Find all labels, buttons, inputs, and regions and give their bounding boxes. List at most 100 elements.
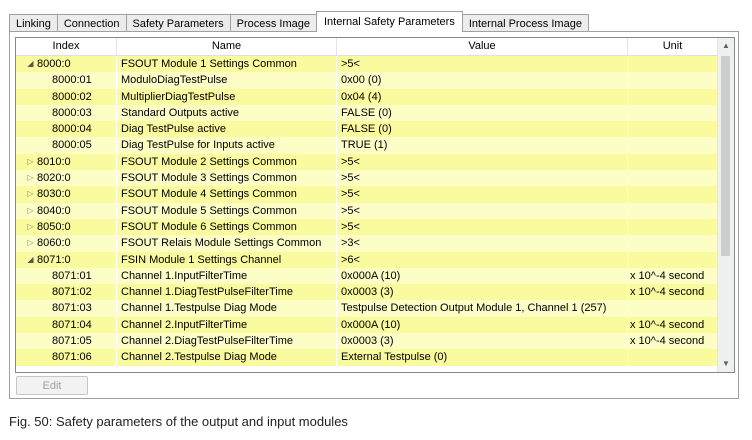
cell-value: >5< — [337, 153, 628, 171]
column-header-name[interactable]: Name — [117, 38, 337, 55]
table-row[interactable]: ▷ 8010:0 FSOUT Module 2 Settings Common >5< — [16, 153, 718, 171]
cell-unit — [628, 349, 718, 366]
cell-name: Channel 1.InputFilterTime — [117, 267, 337, 285]
cell-index: ▷ 8030:0 — [16, 186, 117, 203]
cell-value: >6< — [337, 251, 628, 268]
triangle-down-icon[interactable]: ◢ — [26, 252, 35, 268]
cell-value: External Testpulse (0) — [337, 349, 628, 366]
cell-value: >5< — [337, 56, 628, 73]
table-row[interactable]: 8071:01 Channel 1.InputFilterTime 0x000A (… — [16, 267, 718, 285]
edit-button[interactable]: Edit — [16, 376, 88, 395]
index-text: 8040:0 — [37, 204, 71, 217]
cell-value: >5< — [337, 170, 628, 187]
triangle-right-icon[interactable]: ▷ — [26, 219, 35, 235]
cell-name: Channel 2.DiagTestPulseFilterTime — [117, 333, 337, 350]
triangle-right-icon[interactable]: ▷ — [26, 186, 35, 202]
column-header-unit[interactable]: Unit — [628, 38, 718, 55]
tab-internal-process-image[interactable]: Internal Process Image — [461, 14, 589, 32]
cell-index: ▷ 8040:0 — [16, 202, 117, 219]
chevron-up-icon[interactable]: ▲ — [718, 38, 734, 54]
cell-unit — [628, 104, 718, 122]
cell-name: MultiplierDiagTestPulse — [117, 88, 337, 105]
table-row[interactable]: 8000:02 MultiplierDiagTestPulse 0x04 (4) — [16, 88, 718, 105]
cell-value: FALSE (0) — [337, 104, 628, 122]
index-text: 8030:0 — [37, 188, 71, 201]
cell-name: Channel 1.DiagTestPulseFilterTime — [117, 284, 337, 301]
cell-name: FSIN Module 1 Settings Channel — [117, 251, 337, 268]
cell-unit — [628, 251, 718, 268]
table-row[interactable]: 8000:03 Standard Outputs active FALSE (0) — [16, 104, 718, 122]
table-row[interactable]: 8071:06 Channel 2.Testpulse Diag Mode Exte… — [16, 349, 718, 366]
cell-index: 8000:03 — [16, 104, 117, 122]
table-row[interactable]: 8000:01 ModuloDiagTestPulse 0x00 (0) — [16, 72, 718, 89]
index-text: 8000:03 — [52, 106, 92, 119]
cell-index: 8000:02 — [16, 88, 117, 105]
cell-value: 0x000A (10) — [337, 316, 628, 334]
index-text: 8000:04 — [52, 123, 92, 136]
cell-index: 8071:05 — [16, 333, 117, 350]
triangle-right-icon[interactable]: ▷ — [26, 235, 35, 251]
cell-index: ◢ 8071:0 — [16, 251, 117, 268]
cell-index: 8000:04 — [16, 121, 117, 138]
table-row[interactable]: 8000:04 Diag TestPulse active FALSE (0) — [16, 121, 718, 138]
table-row[interactable]: 8071:02 Channel 1.DiagTestPulseFilterTime… — [16, 284, 718, 301]
vertical-scrollbar[interactable]: ▲ ▼ — [717, 38, 734, 372]
triangle-down-icon[interactable]: ◢ — [26, 56, 35, 72]
cell-index: 8071:01 — [16, 267, 117, 285]
parameter-table: Index Name Value Unit ◢ 8000:0 FSOUT Modul… — [15, 37, 735, 373]
index-text: 8050:0 — [37, 220, 71, 233]
cell-index: ▷ 8060:0 — [16, 235, 117, 252]
table-row[interactable]: ▷ 8050:0 FSOUT Module 6 Settings Common >5< — [16, 218, 718, 236]
cell-unit — [628, 235, 718, 252]
table-row[interactable]: 8071:03 Channel 1.Testpulse Diag Mode Test… — [16, 300, 718, 317]
cell-unit — [628, 170, 718, 187]
cell-name: ModuloDiagTestPulse — [117, 72, 337, 89]
table-row[interactable]: ◢ 8071:0 FSIN Module 1 Settings Channel >6< — [16, 251, 718, 268]
cell-name: Diag TestPulse for Inputs active — [117, 137, 337, 154]
triangle-right-icon[interactable]: ▷ — [26, 154, 35, 170]
table-row[interactable]: ▷ 8040:0 FSOUT Module 5 Settings Common >5< — [16, 202, 718, 219]
cell-unit — [628, 56, 718, 73]
cell-index: ◢ 8000:0 — [16, 56, 117, 73]
cell-name: Channel 2.InputFilterTime — [117, 316, 337, 334]
index-text: 8071:02 — [52, 286, 92, 299]
cell-value: >5< — [337, 186, 628, 203]
table-row[interactable]: 8000:05 Diag TestPulse for Inputs active T… — [16, 137, 718, 154]
cell-name: FSOUT Module 1 Settings Common — [117, 56, 337, 73]
cell-name: FSOUT Module 2 Settings Common — [117, 153, 337, 171]
tab-connection[interactable]: Connection — [56, 14, 127, 32]
cell-unit — [628, 72, 718, 89]
cell-value: 0x000A (10) — [337, 267, 628, 285]
column-header-index[interactable]: Index — [16, 38, 117, 55]
cell-name: FSOUT Module 6 Settings Common — [117, 218, 337, 236]
tab-linking[interactable]: Linking — [9, 14, 58, 32]
table-row[interactable]: ▷ 8020:0 FSOUT Module 3 Settings Common >5< — [16, 170, 718, 187]
cell-index: 8000:01 — [16, 72, 117, 89]
cell-value: 0x0003 (3) — [337, 333, 628, 350]
tab-internal-safety-parameters[interactable]: Internal Safety Parameters — [315, 11, 463, 32]
cell-index: ▷ 8020:0 — [16, 170, 117, 187]
table-row[interactable]: ◢ 8000:0 FSOUT Module 1 Settings Common >5< — [16, 56, 718, 73]
cell-index: 8071:02 — [16, 284, 117, 301]
tab-bar: Linking Connection Safety Parameters Proces… — [9, 11, 589, 32]
tab-process-image[interactable]: Process Image — [229, 14, 317, 32]
table-row[interactable]: 8071:04 Channel 2.InputFilterTime 0x000A (… — [16, 316, 718, 334]
chevron-down-icon[interactable]: ▼ — [718, 356, 734, 372]
column-header-value[interactable]: Value — [337, 38, 628, 55]
index-text: 8000:05 — [52, 139, 92, 152]
table-row[interactable]: ▷ 8030:0 FSOUT Module 4 Settings Common >5< — [16, 186, 718, 203]
triangle-right-icon[interactable]: ▷ — [26, 170, 35, 186]
table-row[interactable]: ▷ 8060:0 FSOUT Relais Module Settings Comm… — [16, 235, 718, 252]
index-text: 8071:04 — [52, 318, 92, 331]
cell-unit — [628, 202, 718, 219]
table-row[interactable]: 8071:05 Channel 2.DiagTestPulseFilterTime… — [16, 333, 718, 350]
tab-safety-parameters[interactable]: Safety Parameters — [125, 14, 231, 32]
cell-name: FSOUT Module 5 Settings Common — [117, 202, 337, 219]
cell-index: 8071:04 — [16, 316, 117, 334]
cell-unit: x 10^-4 second — [628, 267, 718, 285]
tab-panel: Index Name Value Unit ◢ 8000:0 FSOUT Modul… — [9, 31, 739, 399]
scrollbar-thumb[interactable] — [721, 56, 730, 256]
triangle-right-icon[interactable]: ▷ — [26, 203, 35, 219]
index-text: 8000:02 — [52, 90, 92, 103]
table-body: ◢ 8000:0 FSOUT Module 1 Settings Common >5<… — [16, 56, 718, 366]
